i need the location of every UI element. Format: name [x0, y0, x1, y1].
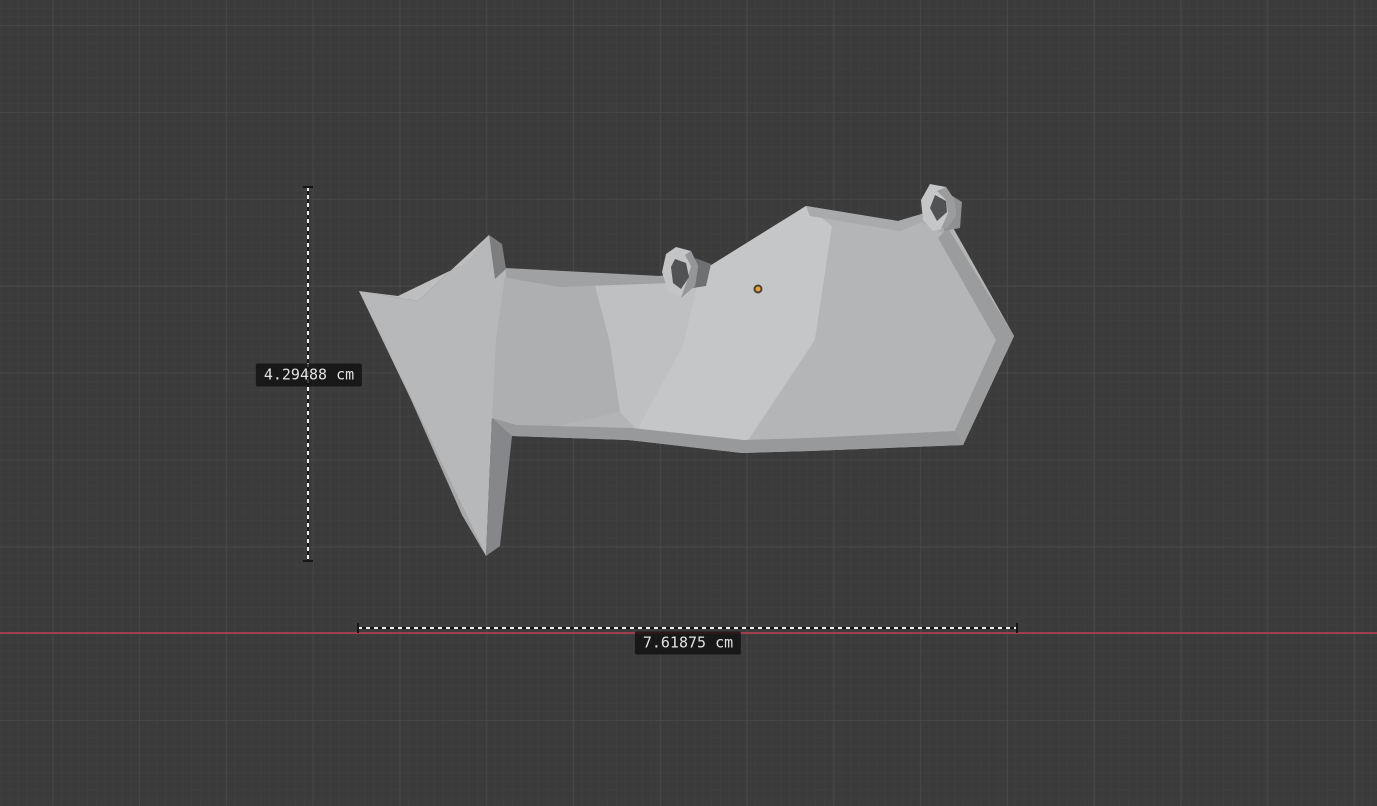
model-whale-pendant[interactable]: [0, 0, 1377, 806]
width-dimension-line[interactable]: [358, 627, 1017, 629]
model-loop-right: [921, 184, 962, 231]
width-dimension-label: 7.61875 cm: [635, 632, 741, 655]
3d-viewport[interactable]: 4.29488 cm 7.61875 cm: [0, 0, 1377, 806]
origin-point[interactable]: [755, 286, 762, 293]
height-dimension-label: 4.29488 cm: [256, 364, 362, 387]
